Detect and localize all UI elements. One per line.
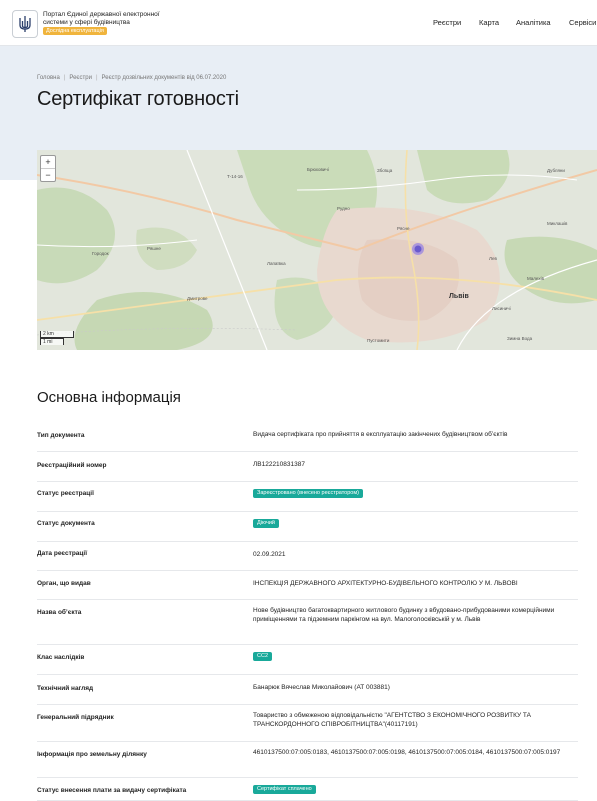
info-row: Дата реєстрації 02.09.2021 — [37, 541, 578, 571]
map-label: Лев — [489, 256, 497, 261]
info-value: 02.09.2021 — [253, 551, 286, 558]
info-row: Інформація про земельну ділянку 461013750… — [37, 741, 578, 778]
info-row: Тип документа Видача сертифіката про прий… — [37, 421, 578, 452]
info-label: Статус документа — [37, 520, 95, 527]
zoom-in-button[interactable]: + — [41, 156, 55, 169]
info-row: Статус внесення плати за видачу сертифік… — [37, 777, 578, 801]
info-value: Товариство з обмеженою відповідальністю … — [253, 712, 531, 728]
info-value: 4610137500:07:005:0183, 4610137500:07:00… — [253, 749, 561, 756]
top-bar: Портал Єдиної державної електронної сист… — [0, 0, 597, 46]
map-label: Рясне — [397, 226, 410, 231]
map-label: Рудно — [337, 206, 350, 211]
status-badge: Діючий — [253, 519, 279, 528]
map-label: Дубляни — [547, 168, 565, 173]
info-row: Назва об’єкта Нове будівництво багатоквар… — [37, 599, 578, 645]
info-row: Орган, що видав ІНСПЕКЦІЯ ДЕРЖАВНОГО АРХІ… — [37, 570, 578, 600]
map-label: Городок — [92, 251, 109, 256]
breadcrumb: Головна | Реєстри | Реєстр дозвільних докуме… — [37, 75, 227, 81]
map-label: Миклашів — [547, 221, 568, 226]
info-value: СС2 — [253, 652, 578, 661]
map-scale: 2 km 1 mi — [40, 331, 74, 345]
info-label: Дата реєстрації — [37, 550, 88, 557]
info-label: Технічний нагляд — [37, 685, 94, 692]
map-label: Т-14-16 — [227, 174, 243, 179]
map-label: Брюховичі — [307, 167, 329, 172]
info-row: Генеральний підрядник Товариство з обмеже… — [37, 704, 578, 742]
info-row: Реєстраційний номер ЛВ122210831387 — [37, 451, 578, 482]
info-label: Клас наслідків — [37, 654, 85, 661]
map-label: Зимна Вода — [507, 336, 533, 341]
info-label: Назва об’єкта — [37, 609, 82, 616]
info-value: Зареєстровано (внесено реєстратором) — [253, 489, 578, 498]
nav-registries[interactable]: Реєстри — [433, 18, 461, 27]
beta-badge: Дослідна експлуатація — [43, 27, 107, 35]
nav-services[interactable]: Сервіси — [569, 18, 596, 27]
location-marker-icon — [414, 245, 422, 253]
map-label: Пустомити — [367, 338, 390, 343]
portal-title-text: Портал Єдиної державної електронної сист… — [43, 11, 160, 26]
zoom-out-button[interactable]: − — [41, 169, 55, 181]
info-value: Діючий — [253, 519, 578, 528]
info-value: Нове будівництво багатоквартирного житло… — [253, 607, 555, 623]
map-zoom-control: + − — [40, 155, 56, 182]
info-value: Видача сертифіката про прийняття в експл… — [253, 431, 508, 438]
map-label: Лисиничі — [492, 306, 511, 311]
info-label: Тип документа — [37, 432, 85, 439]
status-badge: СС2 — [253, 652, 273, 661]
map-label: Ряшне — [147, 246, 161, 251]
page-title: Сертифікат готовності — [37, 88, 239, 110]
info-row: Статус документа Діючий — [37, 511, 578, 542]
portal-title[interactable]: Портал Єдиної державної електронної сист… — [43, 11, 168, 35]
info-label: Орган, що видав — [37, 580, 91, 587]
map-label: Лапаївка — [267, 261, 286, 266]
map-label: Збоїща — [377, 168, 393, 173]
breadcrumb-current: Реєстр дозвільних документів від 06.07.2… — [101, 75, 227, 81]
map-view[interactable]: Т-14-16 Брюховичі Збоїща Дубляни Рясне Р… — [37, 150, 597, 350]
breadcrumb-home[interactable]: Головна — [37, 75, 60, 81]
info-label: Статус внесення плати за видачу сертифік… — [37, 787, 187, 794]
section-title: Основна інформація — [37, 389, 181, 406]
trident-logo-icon[interactable] — [12, 10, 38, 38]
map-label: Малехів — [527, 276, 545, 281]
nav-map[interactable]: Карта — [479, 18, 499, 27]
scale-mi: 1 mi — [40, 338, 64, 345]
status-badge: Сертифікат сплачено — [253, 785, 316, 794]
info-label: Генеральний підрядник — [37, 714, 114, 721]
info-label: Статус реєстрації — [37, 490, 94, 497]
info-value: Банарюк Вячеслав Миколайович (АТ 003881) — [253, 684, 390, 691]
map-canvas[interactable]: Т-14-16 Брюховичі Збоїща Дубляни Рясне Р… — [37, 150, 597, 350]
info-label: Інформація про земельну ділянку — [37, 751, 147, 758]
info-row: Технічний нагляд Банарюк Вячеслав Миколай… — [37, 674, 578, 705]
nav-analytics[interactable]: Аналітика — [516, 18, 551, 27]
map-city-label: Львів — [449, 292, 469, 300]
map-label: Дмитрове — [187, 296, 208, 301]
scale-km: 2 km — [40, 331, 74, 338]
info-label: Реєстраційний номер — [37, 462, 107, 469]
info-row: Статус реєстрації Зареєстровано (внесено … — [37, 481, 578, 512]
info-value: ЛВ122210831387 — [253, 461, 305, 468]
info-value: ІНСПЕКЦІЯ ДЕРЖАВНОГО АРХІТЕКТУРНО-БУДІВЕ… — [253, 580, 518, 587]
info-value: Сертифікат сплачено — [253, 785, 578, 794]
breadcrumb-registries[interactable]: Реєстри — [69, 75, 92, 81]
status-badge: Зареєстровано (внесено реєстратором) — [253, 489, 363, 498]
info-row: Клас наслідків СС2 — [37, 644, 578, 675]
